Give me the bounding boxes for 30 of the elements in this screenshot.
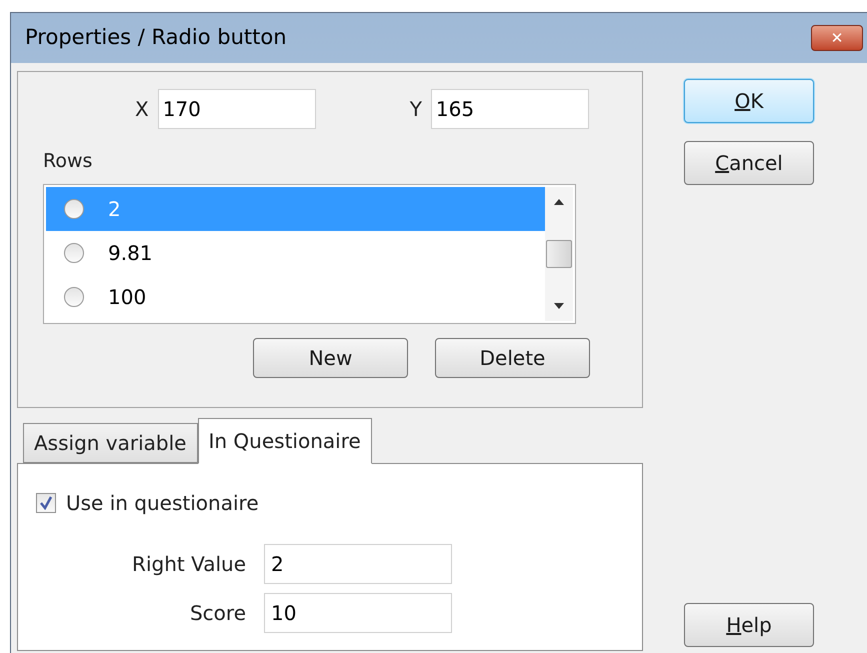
- field-label: X: [135, 96, 149, 123]
- row-value: 9.81: [108, 240, 153, 266]
- list-button[interactable]: New: [253, 338, 408, 378]
- text-field[interactable]: 165: [430, 89, 589, 129]
- checkbox[interactable]: [36, 493, 56, 513]
- radio-button[interactable]: [64, 242, 84, 262]
- down-arrow-icon[interactable]: [554, 302, 564, 308]
- checkbox-label: Use in questionaire: [66, 490, 259, 517]
- check-icon: [39, 496, 53, 510]
- text-field[interactable]: 2: [264, 544, 452, 584]
- list-button[interactable]: Delete: [435, 338, 590, 378]
- field-label: Y: [410, 96, 422, 123]
- radio-button[interactable]: [64, 286, 84, 306]
- window-title: Properties / Radio button: [25, 24, 287, 52]
- field-label: Right Value: [131, 551, 246, 578]
- field-label: Score: [188, 600, 246, 627]
- help-button[interactable]: Help: [684, 603, 814, 647]
- row-value: 2: [108, 196, 121, 222]
- tab[interactable]: In Questionaire: [198, 418, 372, 464]
- dialog-button[interactable]: OK: [684, 79, 814, 123]
- radio-button[interactable]: [64, 198, 84, 218]
- tab[interactable]: Assign variable: [23, 423, 198, 463]
- text-field[interactable]: 10: [264, 593, 452, 633]
- scrollbar[interactable]: [545, 186, 573, 320]
- dialog-button[interactable]: Cancel: [684, 141, 814, 185]
- scrollbar-thumb[interactable]: [546, 240, 572, 268]
- row-value: 100: [108, 284, 146, 310]
- rows-label: Rows: [43, 149, 94, 174]
- up-arrow-icon[interactable]: [554, 198, 564, 204]
- text-field[interactable]: 170: [158, 89, 316, 129]
